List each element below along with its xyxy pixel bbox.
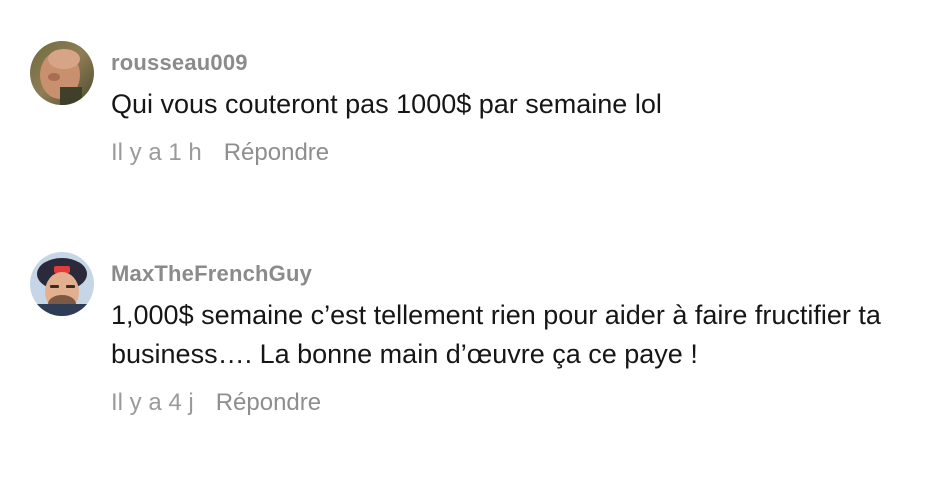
comment-meta: Il y a 4 j Répondre <box>111 388 921 418</box>
reply-button[interactable]: Répondre <box>224 138 329 168</box>
comment-username[interactable]: MaxTheFrenchGuy <box>111 261 921 287</box>
comment-timestamp: Il y a 1 h <box>111 139 202 166</box>
reply-button[interactable]: Répondre <box>216 388 321 418</box>
avatar[interactable] <box>30 252 94 316</box>
comment-timestamp: Il y a 4 j <box>111 389 194 416</box>
user-avatar-photo-icon <box>30 41 94 105</box>
comment-username[interactable]: rousseau009 <box>111 50 921 76</box>
comment-text: 1,000$ semaine c’est tellement rien pour… <box>111 300 881 369</box>
comment-meta: Il y a 1 h Répondre <box>111 138 921 168</box>
avatar[interactable] <box>30 41 94 105</box>
comment-content: MaxTheFrenchGuy 1,000$ semaine c’est tel… <box>111 261 921 418</box>
user-avatar-photo-icon <box>30 252 94 316</box>
comment-text: Qui vous couteront pas 1000$ par semaine… <box>111 89 662 119</box>
comment-content: rousseau009 Qui vous couteront pas 1000$… <box>111 50 921 168</box>
